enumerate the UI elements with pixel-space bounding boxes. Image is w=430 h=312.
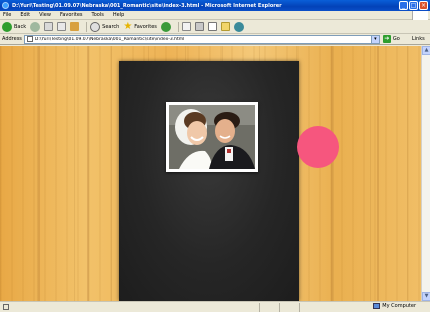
security-zone: My Computer [373, 303, 416, 309]
favorites-label: Favorites [134, 23, 157, 30]
title-bar: D:\Yuri\Testing\01.09.07\Nebraska\001_Ro… [0, 0, 430, 11]
scroll-down-icon[interactable]: ▼ [422, 292, 430, 301]
star-icon: ★ [123, 20, 133, 32]
windows-logo [412, 11, 428, 20]
messenger-icon [233, 21, 244, 32]
back-button[interactable]: Back [2, 21, 27, 32]
menu-bar: File Edit View Favorites Tools Help [0, 11, 430, 20]
menu-help[interactable]: Help [113, 12, 124, 18]
vertical-scrollbar[interactable]: ▲ ▼ [421, 46, 430, 301]
menu-view[interactable]: View [39, 12, 51, 18]
home-icon [70, 22, 80, 31]
wedding-couple-illustration [169, 105, 255, 169]
address-label: Address [2, 36, 22, 42]
wood-grain [38, 46, 40, 301]
status-page-icon [3, 304, 9, 310]
address-url: D:\Yuri\Testing\01.09.07\Nebraska\001_Ro… [34, 36, 185, 42]
page-viewport [0, 46, 421, 301]
mail-button[interactable] [181, 22, 191, 31]
folder-button[interactable] [220, 22, 230, 31]
maximize-button[interactable]: □ [409, 1, 418, 10]
scroll-up-icon[interactable]: ▲ [422, 46, 430, 55]
status-cell [299, 302, 319, 312]
pink-circle-decoration [297, 126, 339, 168]
window-controls: _ □ × [399, 1, 428, 10]
go-label: Go [392, 36, 400, 42]
forward-arrow-icon [30, 21, 41, 32]
menu-edit[interactable]: Edit [20, 12, 30, 18]
stop-icon [44, 22, 54, 31]
print-button[interactable] [194, 22, 204, 31]
content-panel [119, 61, 299, 301]
address-bar: Address D:\Yuri\Testing\01.09.07\Nebrask… [0, 34, 430, 45]
wedding-photo [166, 102, 258, 172]
print-icon [194, 22, 204, 31]
search-label: Search [102, 23, 120, 30]
history-icon [160, 21, 171, 32]
toolbar-divider [177, 21, 179, 32]
stop-button[interactable] [44, 22, 54, 31]
status-cell [259, 302, 279, 312]
computer-icon [373, 303, 381, 309]
messenger-button[interactable] [233, 21, 244, 32]
zone-label: My Computer [382, 303, 416, 309]
menu-favorites[interactable]: Favorites [60, 12, 83, 18]
edit-button[interactable] [207, 22, 217, 31]
ie-icon [2, 2, 9, 9]
menu-tools[interactable]: Tools [92, 12, 104, 18]
search-icon [90, 21, 101, 32]
wood-grain [87, 46, 89, 301]
go-arrow-icon: ➔ [382, 35, 391, 43]
toolbar: Back Search ★ Favorites [0, 20, 430, 34]
status-cell [279, 302, 299, 312]
back-label: Back [14, 23, 27, 30]
wood-grain [331, 46, 333, 301]
refresh-button[interactable] [57, 22, 67, 31]
menu-file[interactable]: File [3, 12, 11, 18]
close-button[interactable]: × [419, 1, 428, 10]
status-bar: My Computer [0, 301, 430, 312]
home-button[interactable] [70, 22, 80, 31]
search-button[interactable]: Search [90, 21, 120, 32]
edit-icon [207, 22, 217, 31]
window-title: D:\Yuri\Testing\01.09.07\Nebraska\001_Ro… [12, 2, 282, 9]
folder-icon [220, 22, 230, 31]
go-button[interactable]: ➔ Go [382, 35, 400, 43]
address-field[interactable]: D:\Yuri\Testing\01.09.07\Nebraska\001_Ro… [23, 34, 380, 44]
history-button[interactable] [160, 21, 171, 32]
minimize-button[interactable]: _ [399, 1, 408, 10]
wedding-photo-image [169, 105, 255, 169]
wood-grain [377, 46, 379, 301]
toolbar-divider [86, 21, 88, 32]
favorites-button[interactable]: ★ Favorites [123, 20, 157, 32]
links-button[interactable]: Links [412, 36, 425, 42]
address-dropdown-icon[interactable]: ▾ [370, 35, 379, 43]
page-icon [26, 36, 33, 42]
refresh-icon [57, 22, 67, 31]
mail-icon [181, 22, 191, 31]
back-arrow-icon [2, 21, 12, 32]
forward-button[interactable] [30, 21, 41, 32]
